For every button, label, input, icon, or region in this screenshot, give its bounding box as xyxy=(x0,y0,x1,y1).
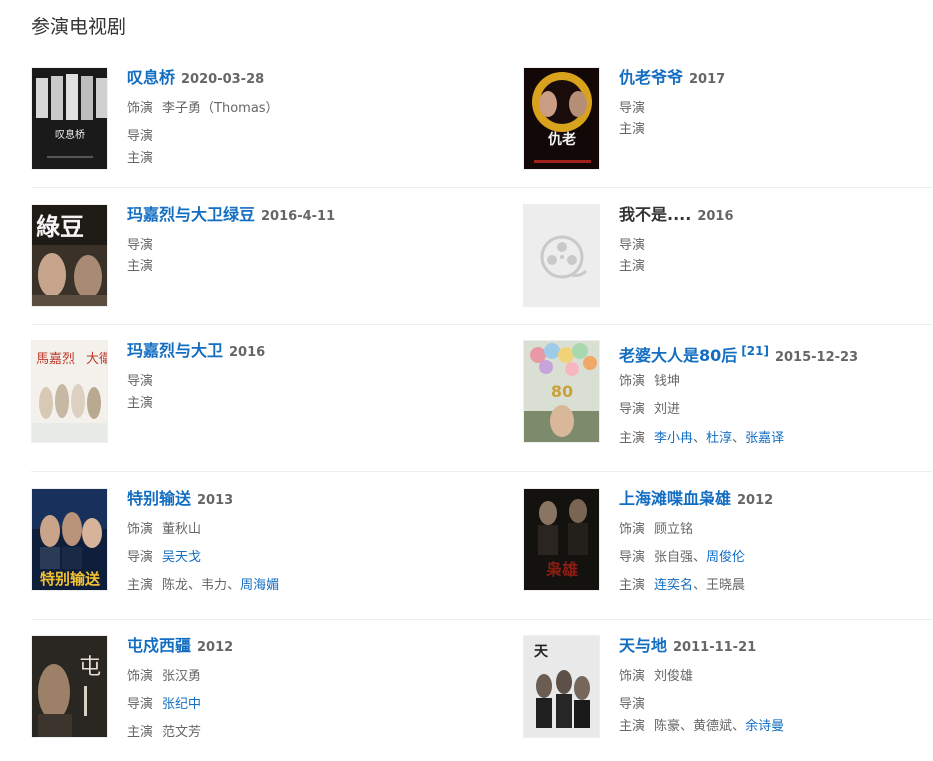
poster-image[interactable]: 枭雄 xyxy=(523,488,600,591)
director-label: 导演 xyxy=(127,697,154,712)
drama-date: 2020-03-28 xyxy=(181,72,265,87)
cast-label: 主演 xyxy=(127,578,154,593)
cast-label: 主演 xyxy=(619,719,646,734)
drama-title-link[interactable]: 仇老爷爷 xyxy=(619,68,683,87)
divider xyxy=(31,324,932,325)
poster-image[interactable]: 叹息桥 xyxy=(31,67,108,170)
cast-label: 主演 xyxy=(127,151,154,166)
drama-date: 2013 xyxy=(197,493,234,508)
director-link[interactable]: 张纪中 xyxy=(162,697,201,712)
citation-link[interactable]: [21] xyxy=(741,344,769,358)
cast-name: 范文芳 xyxy=(162,725,202,740)
actor-label: 饰演 xyxy=(619,522,646,537)
drama-date: 2017 xyxy=(689,72,726,87)
director-label: 导演 xyxy=(127,550,154,565)
svg-text:枭雄: 枭雄 xyxy=(545,560,578,579)
svg-text:叹息桥: 叹息桥 xyxy=(55,128,85,141)
drama-title-link[interactable]: 天与地 xyxy=(619,636,667,655)
drama-title-link[interactable]: 屯戍西疆 xyxy=(127,636,191,655)
drama-date: 2012 xyxy=(197,640,234,655)
cast-link[interactable]: 周海媚 xyxy=(240,578,279,593)
cast-link[interactable]: 连奕名 xyxy=(654,578,693,593)
cast-name: 陈豪 xyxy=(654,719,681,734)
cast-label: 主演 xyxy=(127,259,154,274)
divider xyxy=(31,187,932,188)
poster-image[interactable]: 天 xyxy=(523,635,600,738)
divider xyxy=(31,619,932,620)
drama-title-link[interactable]: 特别输送 xyxy=(127,489,191,508)
drama-title-link[interactable]: 叹息桥 xyxy=(127,68,175,87)
director-label: 导演 xyxy=(619,101,646,116)
cast-name: 黄德斌 xyxy=(693,719,733,734)
cast-link[interactable]: 杜淳 xyxy=(706,431,732,446)
svg-text:綠豆: 綠豆 xyxy=(36,213,84,241)
poster-image[interactable]: 特别输送 xyxy=(31,488,108,591)
svg-text:特别输送: 特别输送 xyxy=(40,570,101,588)
actor-label: 饰演 xyxy=(619,669,646,684)
svg-text:大衛: 大衛 xyxy=(86,352,108,367)
section-title: 参演电视剧 xyxy=(31,16,127,38)
drama-date: 2015-12-23 xyxy=(774,350,859,365)
drama-date: 2011-11-21 xyxy=(673,640,757,655)
drama-date: 2016 xyxy=(229,345,266,360)
director-name: 刘进 xyxy=(654,402,681,417)
actor-role: 李子勇（Thomas） xyxy=(162,101,279,116)
drama-title-link[interactable]: 老婆大人是80后 xyxy=(619,346,737,365)
cast-link[interactable]: 余诗曼 xyxy=(745,719,784,734)
cast-label: 主演 xyxy=(127,396,154,411)
actor-role: 董秋山 xyxy=(162,522,202,537)
actor-label: 饰演 xyxy=(127,522,154,537)
actor-role: 顾立铭 xyxy=(654,522,694,537)
svg-text:天: 天 xyxy=(534,644,549,660)
poster-image[interactable]: 80 xyxy=(523,340,600,443)
cast-label: 主演 xyxy=(127,725,154,740)
cast-name: 陈龙 xyxy=(162,578,189,593)
divider xyxy=(31,471,932,472)
actor-role: 张汉勇 xyxy=(162,669,202,684)
drama-date: 2016 xyxy=(697,209,734,224)
cast-link[interactable]: 张嘉译 xyxy=(745,431,784,446)
director-label: 导演 xyxy=(619,550,646,565)
poster-placeholder[interactable] xyxy=(523,204,600,307)
cast-label: 主演 xyxy=(619,431,646,446)
poster-image[interactable]: 綠豆 xyxy=(31,204,108,307)
cast-link[interactable]: 李小冉 xyxy=(654,431,693,446)
actor-label: 饰演 xyxy=(127,101,154,116)
drama-date: 2012 xyxy=(737,493,774,508)
poster-image[interactable]: 屯 xyxy=(31,635,108,738)
drama-title-link[interactable]: 玛嘉烈与大卫 xyxy=(127,341,223,360)
film-reel-icon xyxy=(524,205,599,306)
actor-label: 饰演 xyxy=(127,669,154,684)
svg-text:80: 80 xyxy=(551,382,573,401)
poster-image[interactable]: 馬嘉烈 大衛 xyxy=(31,340,108,443)
director-link[interactable]: 吴天戈 xyxy=(162,550,201,565)
drama-title-link[interactable]: 玛嘉烈与大卫绿豆 xyxy=(127,205,255,224)
svg-text:馬嘉烈: 馬嘉烈 xyxy=(36,352,75,367)
director-name: 张自强 xyxy=(654,550,694,565)
svg-text:屯: 屯 xyxy=(79,655,101,680)
cast-label: 主演 xyxy=(619,122,646,137)
poster-image[interactable]: 仇老 xyxy=(523,67,600,170)
actor-role: 刘俊雄 xyxy=(654,669,694,684)
cast-label: 主演 xyxy=(619,259,646,274)
director-label: 导演 xyxy=(619,238,646,253)
drama-date: 2016-4-11 xyxy=(261,209,336,224)
actor-role: 钱坤 xyxy=(654,374,681,389)
drama-title-link[interactable]: 上海滩喋血枭雄 xyxy=(619,489,731,508)
director-label: 导演 xyxy=(127,374,154,389)
cast-label: 主演 xyxy=(619,578,646,593)
director-label: 导演 xyxy=(619,402,646,417)
director-label: 导演 xyxy=(619,697,646,712)
cast-name: 韦力 xyxy=(201,578,228,593)
drama-title: 我不是.... xyxy=(619,205,692,224)
director-link[interactable]: 周俊伦 xyxy=(706,550,745,565)
director-label: 导演 xyxy=(127,238,154,253)
svg-text:仇老: 仇老 xyxy=(548,131,576,148)
actor-label: 饰演 xyxy=(619,374,646,389)
cast-name: 王晓晨 xyxy=(706,578,746,593)
director-label: 导演 xyxy=(127,129,154,144)
